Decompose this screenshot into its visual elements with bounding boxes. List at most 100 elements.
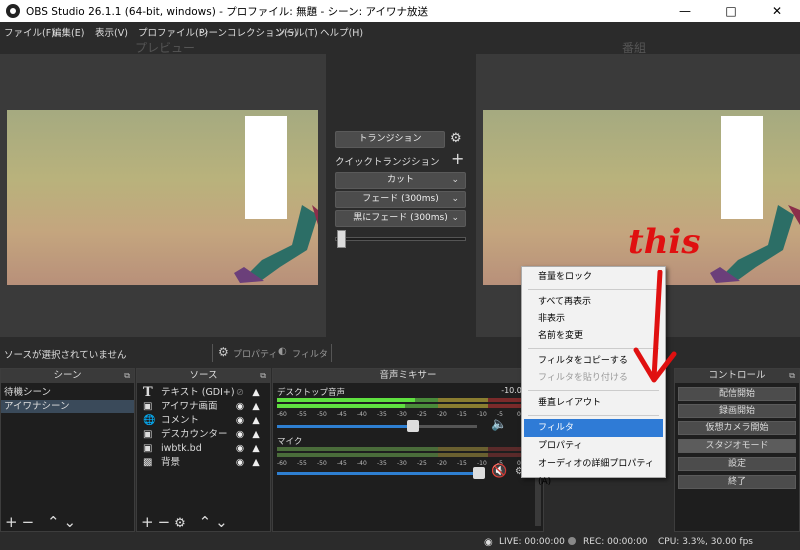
- source-label: コメント: [161, 415, 200, 426]
- filters-button[interactable]: フィルタ: [292, 347, 328, 360]
- menu-item-filters[interactable]: フィルタ: [524, 419, 663, 437]
- transition-cut-label: カット: [386, 175, 414, 185]
- transition-slider-track[interactable]: [335, 237, 466, 241]
- eye-icon[interactable]: ◉: [234, 442, 246, 455]
- mixer-title: 音声ミキサー: [379, 370, 437, 381]
- transition-fade-black-label: 黒にフェード (300ms): [353, 213, 448, 223]
- start-virtual-camera-button[interactable]: 仮想カメラ開始: [678, 421, 796, 435]
- rec-status: REC: 00:00:00: [583, 537, 648, 547]
- channel-name: マイク: [277, 437, 303, 447]
- volume-meter: [277, 447, 525, 451]
- source-row[interactable]: ▣ デスカウンター ◉ ▲: [139, 428, 266, 441]
- volume-slider-fill[interactable]: [277, 472, 482, 475]
- menu-tools[interactable]: ツール(T): [276, 25, 318, 39]
- preview-scene-image: [7, 110, 318, 285]
- source-label: デスカウンター: [161, 429, 228, 440]
- settings-button[interactable]: 設定: [678, 457, 796, 471]
- studio-mode-button[interactable]: スタジオモード: [678, 439, 796, 453]
- source-row[interactable]: ▩ 背景 ◉ ▲: [139, 456, 266, 469]
- chevron-down-icon: ⌄: [451, 194, 459, 204]
- undock-icon[interactable]: ⧉: [260, 369, 266, 383]
- preview-canvas[interactable]: [0, 54, 326, 337]
- volume-slider-handle[interactable]: [473, 467, 485, 479]
- volume-meter: [277, 453, 525, 457]
- transition-button[interactable]: トランジション: [335, 131, 445, 148]
- filter-icon: ◐: [278, 346, 287, 357]
- move-up-icon[interactable]: ⌃: [199, 513, 216, 531]
- exit-button[interactable]: 終了: [678, 475, 796, 489]
- gear-icon[interactable]: ⚙: [450, 131, 462, 146]
- scene-item[interactable]: アイワナシーン: [1, 400, 134, 413]
- menu-item-advanced-audio[interactable]: オーディオの詳細プロパティ(A): [524, 455, 663, 487]
- source-row[interactable]: T テキスト (GDI+) ⊘ ▲: [139, 386, 266, 399]
- scene-item[interactable]: 待機シーン: [1, 386, 134, 399]
- lock-icon[interactable]: ▲: [250, 442, 262, 455]
- remove-icon[interactable]: −: [158, 513, 175, 531]
- menu-view[interactable]: 表示(V): [95, 25, 128, 39]
- annotation-arrow: [633, 270, 677, 383]
- transition-fade-black[interactable]: 黒にフェード (300ms) ⌄: [335, 210, 466, 227]
- source-row[interactable]: ▣ アイワナ画面 ◉ ▲: [139, 400, 266, 413]
- volume-meter-level: [277, 404, 405, 408]
- obs-logo-icon: [6, 4, 20, 18]
- text-icon: T: [143, 385, 153, 400]
- menu-profile[interactable]: プロファイル(P): [138, 25, 208, 39]
- lock-icon[interactable]: ▲: [250, 428, 262, 441]
- muted-speaker-icon[interactable]: 🔇: [491, 464, 507, 479]
- move-up-icon[interactable]: ⌃: [47, 513, 64, 531]
- move-down-icon[interactable]: ⌄: [215, 513, 232, 531]
- record-indicator-icon: [568, 537, 576, 545]
- source-label: iwbtk.bd: [161, 443, 202, 454]
- window-icon: ▣: [143, 443, 153, 454]
- mixer-channel-mic: マイク -60 -55 -50 -45 -40 -35 -30 -25 -20 -15 -10 -5 0…: [277, 437, 525, 479]
- gear-icon[interactable]: ⚙: [174, 516, 190, 531]
- eye-slash-icon[interactable]: ⊘: [234, 386, 246, 399]
- add-icon[interactable]: +: [5, 513, 22, 531]
- channel-name: デスクトップ音声: [277, 388, 346, 398]
- source-row[interactable]: ▣ iwbtk.bd ◉ ▲: [139, 442, 266, 455]
- menu-file[interactable]: ファイル(F): [4, 25, 55, 39]
- transition-slider-handle[interactable]: [337, 230, 346, 248]
- lock-icon[interactable]: ▲: [250, 386, 262, 399]
- add-quick-transition-icon[interactable]: +: [451, 149, 464, 168]
- lock-icon[interactable]: ▲: [250, 414, 262, 427]
- transition-fade[interactable]: フェード (300ms) ⌄: [335, 191, 466, 208]
- chevron-down-icon: ⌄: [451, 213, 459, 223]
- minimize-button[interactable]: —: [662, 0, 708, 22]
- maximize-button[interactable]: □: [708, 0, 754, 22]
- move-down-icon[interactable]: ⌄: [64, 513, 81, 531]
- no-source-label: ソースが選択されていません: [4, 350, 127, 361]
- controls-title: コントロール: [708, 370, 766, 381]
- scenes-dock: シーン ⧉ 待機シーン アイワナシーン +− ⌃⌄: [0, 368, 135, 532]
- live-status: LIVE: 00:00:00: [499, 537, 565, 547]
- menu-item-vertical-layout[interactable]: 垂直レイアウト: [524, 394, 663, 412]
- window-title: OBS Studio 26.1.1 (64-bit, windows) - プロ…: [26, 6, 428, 18]
- eye-icon[interactable]: ◉: [234, 414, 246, 427]
- volume-slider-handle[interactable]: [407, 420, 419, 432]
- undock-icon[interactable]: ⧉: [124, 369, 130, 383]
- audio-mixer-dock: 音声ミキサー デスクトップ音声 -10.0 dB -60 -55 -50 -45 -40…: [272, 368, 544, 532]
- menu-help[interactable]: ヘルプ(H): [320, 25, 363, 39]
- close-button[interactable]: ✕: [754, 0, 800, 22]
- properties-button[interactable]: プロパティ: [233, 347, 277, 360]
- transition-cut[interactable]: カット ⌄: [335, 172, 466, 189]
- menu-item-properties[interactable]: プロパティ: [524, 437, 663, 455]
- add-icon[interactable]: +: [141, 513, 158, 531]
- character-legs-program: [710, 205, 800, 283]
- eye-icon[interactable]: ◉: [234, 456, 246, 469]
- quick-transition-label: クイックトランジション: [335, 157, 440, 168]
- menu-bar: ファイル(F) 編集(E) 表示(V) プロファイル(P) シーンコレクション(…: [0, 22, 800, 40]
- start-streaming-button[interactable]: 配信開始: [678, 387, 796, 401]
- lock-icon[interactable]: ▲: [250, 456, 262, 469]
- speaker-icon[interactable]: 🔈: [491, 417, 507, 432]
- menu-edit[interactable]: 編集(E): [52, 25, 84, 39]
- lock-icon[interactable]: ▲: [250, 400, 262, 413]
- eye-icon[interactable]: ◉: [234, 400, 246, 413]
- undock-icon[interactable]: ⧉: [789, 369, 795, 383]
- mixer-channel-desktop: デスクトップ音声 -10.0 dB -60 -55 -50 -45 -40 -35 -30-…: [277, 386, 535, 432]
- eye-icon[interactable]: ◉: [234, 428, 246, 441]
- globe-icon: 🌐: [143, 415, 156, 426]
- source-row[interactable]: 🌐 コメント ◉ ▲: [139, 414, 266, 427]
- remove-icon[interactable]: −: [22, 513, 39, 531]
- start-recording-button[interactable]: 録画開始: [678, 404, 796, 418]
